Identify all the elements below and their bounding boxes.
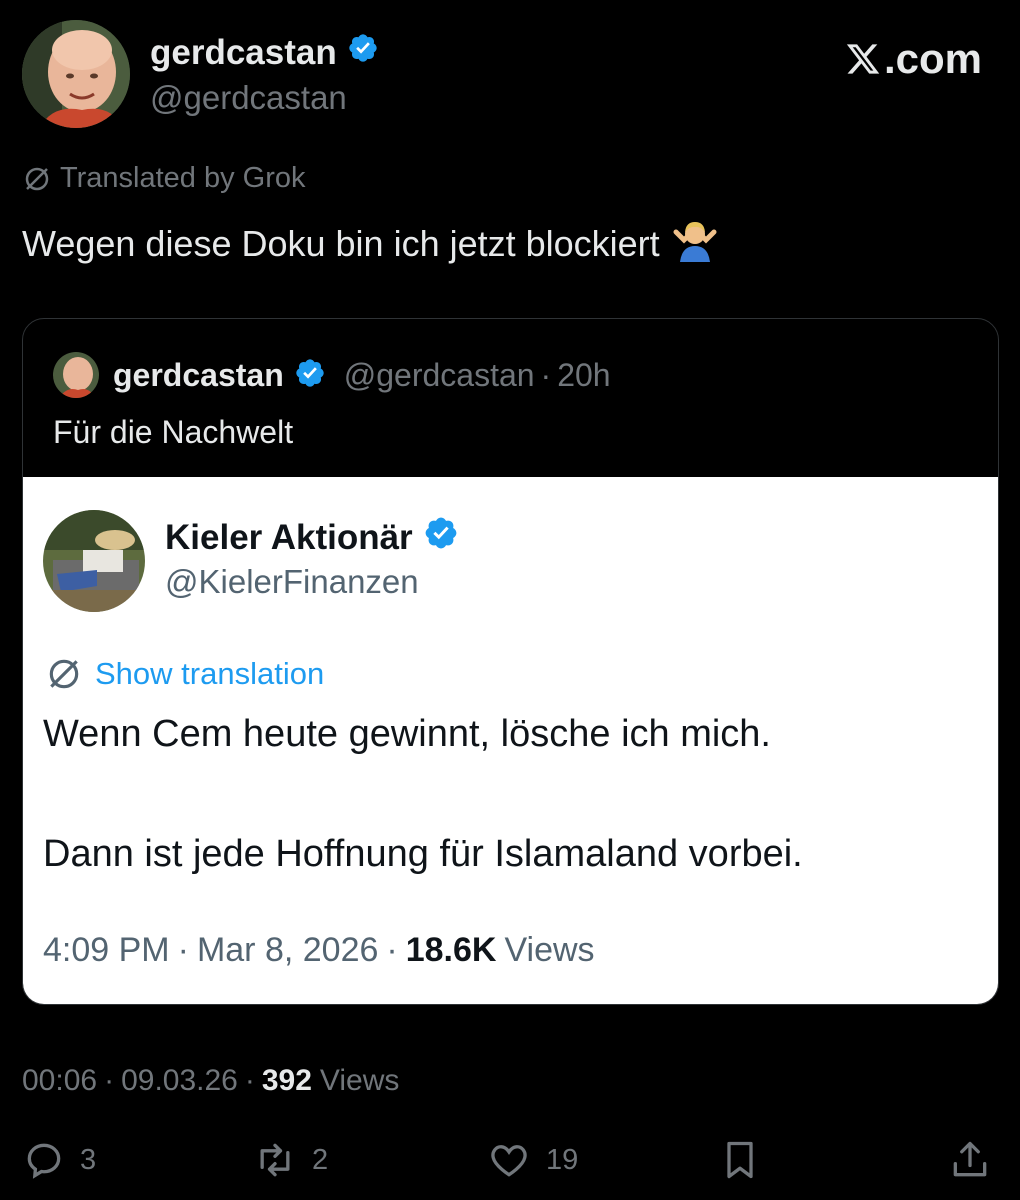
author-avatar[interactable] bbox=[22, 20, 130, 128]
verified-badge-icon bbox=[294, 357, 326, 394]
quoted-author-avatar[interactable] bbox=[53, 352, 99, 398]
author-name-row[interactable]: gerdcastan bbox=[150, 32, 379, 73]
author-handle[interactable]: @gerdcastan bbox=[150, 79, 347, 117]
verified-badge-icon bbox=[347, 32, 379, 73]
share-button[interactable] bbox=[948, 1138, 992, 1182]
reply-button[interactable]: 3 bbox=[22, 1138, 96, 1182]
like-button[interactable]: 19 bbox=[486, 1138, 578, 1182]
embedded-author-handle: @KielerFinanzen bbox=[165, 563, 419, 600]
reply-icon bbox=[27, 1143, 61, 1179]
quoted-post-header: gerdcastan @gerdcastan · 20h bbox=[53, 352, 611, 398]
post-views-label: Views bbox=[319, 1064, 400, 1097]
translated-by-label: Translated by Grok bbox=[22, 162, 306, 195]
quoted-post-card[interactable]: gerdcastan @gerdcastan · 20h Für die Nachw… bbox=[22, 318, 999, 1005]
like-count: 19 bbox=[546, 1143, 579, 1176]
action-bar: 3 2 19 bbox=[0, 1138, 1020, 1188]
embedded-author-name-row: Kieler Aktionär bbox=[165, 515, 459, 560]
post-date: 09.03.26 bbox=[121, 1064, 238, 1097]
embedded-views-count: 18.6K bbox=[405, 931, 497, 969]
x-logo-icon bbox=[846, 44, 880, 74]
embedded-views-label: Views bbox=[504, 931, 595, 969]
heart-icon bbox=[491, 1145, 527, 1177]
author-name[interactable]: gerdcastan bbox=[150, 33, 337, 73]
bookmark-icon bbox=[727, 1141, 753, 1179]
brand-domain: .com bbox=[883, 35, 982, 82]
quoted-author-handle[interactable]: @gerdcastan · 20h bbox=[344, 357, 611, 394]
post-time: 00:06 bbox=[22, 1064, 98, 1097]
quoted-post-text: Für die Nachwelt bbox=[53, 414, 294, 450]
quoted-post-age: 20h bbox=[557, 356, 611, 393]
embedded-post-line-2: Dann ist jede Hoffnung für Islamaland vo… bbox=[43, 833, 803, 875]
post-screen: gerdcastan @gerdcastan .com Translated b… bbox=[0, 0, 1020, 1200]
embedded-post-line-1: Wenn Cem heute gewinnt, lösche ich mich. bbox=[43, 713, 771, 755]
repost-icon bbox=[260, 1143, 290, 1177]
translate-icon bbox=[49, 659, 79, 689]
bookmark-button[interactable] bbox=[718, 1138, 762, 1182]
embedded-author-name: Kieler Aktionär bbox=[165, 517, 413, 557]
post-text: Wegen diese Doku bin ich jetzt blockiert bbox=[22, 216, 718, 271]
embedded-post-time: 4:09 PM bbox=[43, 931, 170, 969]
translated-by-text: Translated by Grok bbox=[60, 162, 306, 194]
embedded-post-date: Mar 8, 2026 bbox=[196, 931, 379, 969]
embedded-post-meta: 4:09 PM · Mar 8, 2026 · 18.6K Views bbox=[43, 931, 595, 969]
reply-count: 3 bbox=[80, 1143, 97, 1176]
embedded-post-image[interactable]: Kieler Aktionär @KielerFinanzen Show tra… bbox=[23, 477, 998, 1004]
post-views-count[interactable]: 392 bbox=[262, 1064, 312, 1098]
shrug-emoji-icon bbox=[672, 216, 718, 271]
translate-icon bbox=[25, 167, 49, 190]
post-body: Wegen diese Doku bin ich jetzt blockiert bbox=[22, 222, 660, 264]
quoted-author-name[interactable]: gerdcastan bbox=[113, 357, 284, 394]
repost-count: 2 bbox=[312, 1143, 329, 1176]
share-icon bbox=[953, 1141, 987, 1177]
x-brand-logo: .com bbox=[844, 35, 982, 83]
embedded-author-avatar bbox=[43, 510, 145, 612]
show-translation-text: Show translation bbox=[95, 656, 325, 691]
post-meta: 00:06 · 09.03.26 · 392 Views bbox=[22, 1064, 400, 1098]
repost-button[interactable]: 2 bbox=[252, 1138, 328, 1182]
verified-badge-icon bbox=[423, 515, 459, 560]
show-translation-link: Show translation bbox=[45, 655, 324, 693]
